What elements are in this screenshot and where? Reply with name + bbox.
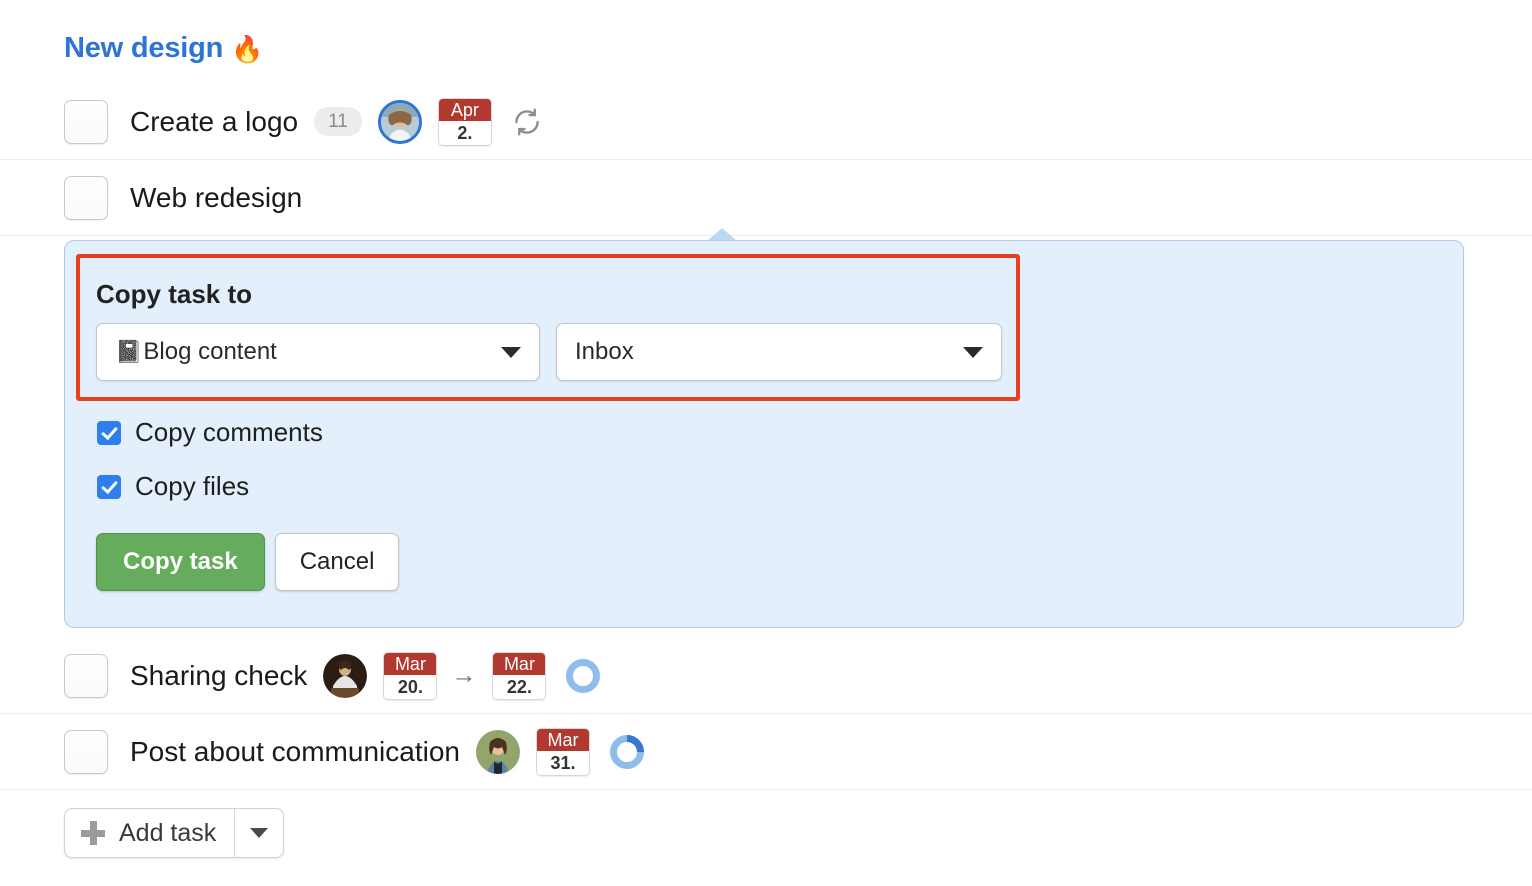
copy-files-label: Copy files: [135, 471, 250, 501]
due-date-day: 2.: [438, 120, 491, 145]
destination-selects: 📓 Blog content Inbox: [96, 323, 1002, 381]
date-range-arrow-icon: →: [451, 661, 477, 689]
progress-donut-graphic: [609, 734, 644, 769]
task-complete-checkbox[interactable]: [64, 175, 108, 220]
panel-title: Copy task to: [96, 279, 253, 309]
task-title[interactable]: Create a logo: [130, 106, 298, 138]
start-date-month: Mar: [384, 652, 437, 675]
due-date-month: Apr: [438, 98, 491, 121]
fire-emoji-icon: 🔥: [231, 33, 264, 64]
task-complete-checkbox[interactable]: [64, 729, 108, 774]
avatar[interactable]: [323, 653, 368, 698]
avatar[interactable]: [475, 729, 520, 774]
avatar-image: [323, 653, 368, 698]
add-task-label: Add task: [119, 818, 217, 847]
notebook-icon: 📓: [115, 339, 143, 364]
chevron-down-icon[interactable]: [501, 346, 521, 358]
list-select-value: Inbox: [575, 338, 634, 365]
progress-donut[interactable]: [608, 733, 646, 771]
add-task-dropdown-button[interactable]: [234, 809, 283, 857]
chevron-down-icon: [250, 828, 269, 838]
copy-comments-checkbox[interactable]: [97, 420, 121, 445]
task-title[interactable]: Sharing check: [130, 660, 307, 692]
due-date-day: 22.: [493, 674, 546, 699]
due-date-badge[interactable]: Apr 2.: [437, 97, 492, 146]
start-date-day: 20.: [384, 674, 437, 699]
progress-donut[interactable]: [564, 657, 602, 695]
due-date-day: 31.: [536, 750, 589, 775]
copy-task-panel: Copy task to 📓 Blog content Inbox Copy co…: [64, 240, 1464, 628]
task-complete-checkbox[interactable]: [64, 653, 108, 698]
page-title[interactable]: New design: [64, 32, 223, 65]
project-header: New design 🔥: [64, 32, 264, 65]
add-task-control: Add task: [64, 808, 285, 858]
due-date-month: Mar: [536, 728, 589, 751]
task-title[interactable]: Web redesign: [130, 182, 302, 214]
start-date-badge[interactable]: Mar 20.: [383, 651, 438, 700]
plus-icon: [81, 821, 105, 845]
task-list: Create a logo 11 Apr 2. Web redesign: [0, 84, 1532, 236]
task-complete-checkbox[interactable]: [64, 99, 108, 144]
avatar-image: [475, 729, 520, 774]
task-row[interactable]: Web redesign: [0, 160, 1532, 236]
copy-comments-label: Copy comments: [135, 417, 323, 447]
chevron-down-icon[interactable]: [963, 346, 983, 358]
task-row[interactable]: Sharing check Mar 20. → Mar 22.: [0, 638, 1532, 714]
repeat-icon[interactable]: [512, 107, 542, 137]
project-select-value: Blog content: [143, 338, 277, 365]
due-date-badge[interactable]: Mar 22.: [492, 651, 547, 700]
avatar-image: [380, 102, 419, 141]
list-select[interactable]: Inbox: [556, 323, 1002, 381]
task-title[interactable]: Post about communication: [130, 736, 460, 768]
comment-count-badge[interactable]: 11: [314, 107, 362, 136]
panel-actions: Copy task Cancel: [96, 533, 400, 591]
copy-comments-option[interactable]: Copy comments: [97, 417, 323, 448]
copy-task-button[interactable]: Copy task: [96, 533, 265, 591]
avatar[interactable]: [377, 99, 422, 144]
cancel-button[interactable]: Cancel: [274, 533, 400, 591]
add-task-button[interactable]: Add task: [65, 809, 234, 857]
due-date-badge[interactable]: Mar 31.: [535, 727, 590, 776]
due-date-month: Mar: [493, 652, 546, 675]
task-row[interactable]: Post about communication Mar 31.: [0, 714, 1532, 790]
progress-donut-graphic: [566, 658, 601, 693]
task-list-lower: Sharing check Mar 20. → Mar 22. Post abo…: [0, 638, 1532, 790]
project-select[interactable]: 📓 Blog content: [96, 323, 540, 381]
task-row[interactable]: Create a logo 11 Apr 2.: [0, 84, 1532, 160]
copy-files-option[interactable]: Copy files: [97, 471, 249, 502]
project-select-label: 📓 Blog content: [115, 338, 501, 366]
copy-files-checkbox[interactable]: [97, 474, 121, 499]
